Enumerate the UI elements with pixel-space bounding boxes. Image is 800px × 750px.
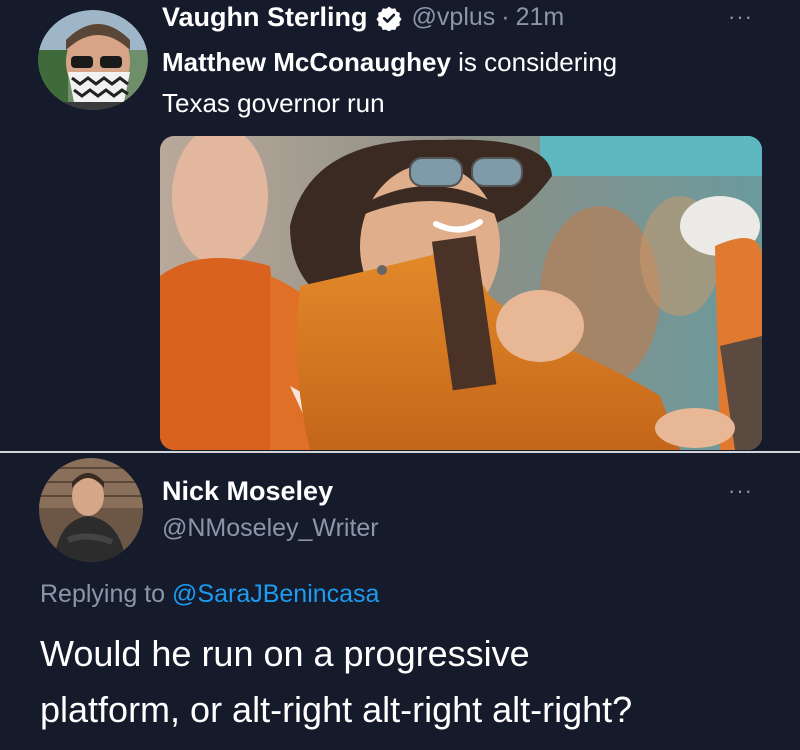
author-name[interactable]: Vaughn Sterling bbox=[162, 2, 368, 33]
author-row: Vaughn Sterling @vplus · 21m bbox=[162, 2, 564, 33]
reply-author-avatar[interactable] bbox=[38, 458, 144, 562]
replying-to: Replying to @SaraJBenincasa bbox=[40, 580, 379, 609]
author-handle[interactable]: @vplus bbox=[412, 3, 496, 32]
reply-author-handle[interactable]: @NMoseley_Writer bbox=[162, 514, 379, 543]
media-photo bbox=[160, 136, 762, 450]
tweet-text-bold: Matthew McConaughey bbox=[162, 47, 451, 77]
tweet-text-rest: is considering bbox=[450, 47, 618, 77]
replying-prefix: Replying to bbox=[40, 580, 173, 608]
more-options-icon[interactable]: ··· bbox=[728, 4, 753, 30]
replying-mention-link[interactable]: @SaraJBenincasa bbox=[172, 580, 379, 608]
avatar-photo bbox=[38, 10, 148, 110]
reply-author-name[interactable]: Nick Moseley bbox=[162, 476, 333, 507]
author-avatar[interactable] bbox=[38, 10, 148, 110]
tweet-divider bbox=[0, 451, 800, 453]
reply-text: Would he run on a progressive platform, … bbox=[40, 626, 780, 738]
tweet-time[interactable]: 21m bbox=[516, 3, 565, 32]
tweet-media-image[interactable] bbox=[160, 136, 762, 450]
separator-dot: · bbox=[501, 3, 510, 31]
reply-text-line-2: platform, or alt-right alt-right alt-rig… bbox=[40, 689, 633, 730]
tweet-text-line-2: Texas governor run bbox=[162, 88, 385, 118]
verified-badge-icon bbox=[375, 6, 402, 31]
reply-text-line-1: Would he run on a progressive bbox=[40, 633, 530, 674]
tweet-text: Matthew McConaughey is considering Texas… bbox=[162, 42, 762, 124]
reply-more-options-icon[interactable]: ··· bbox=[728, 478, 753, 504]
tweet-card[interactable]: Vaughn Sterling @vplus · 21m ··· Matthew… bbox=[0, 0, 800, 452]
reply-avatar-photo bbox=[39, 458, 143, 562]
